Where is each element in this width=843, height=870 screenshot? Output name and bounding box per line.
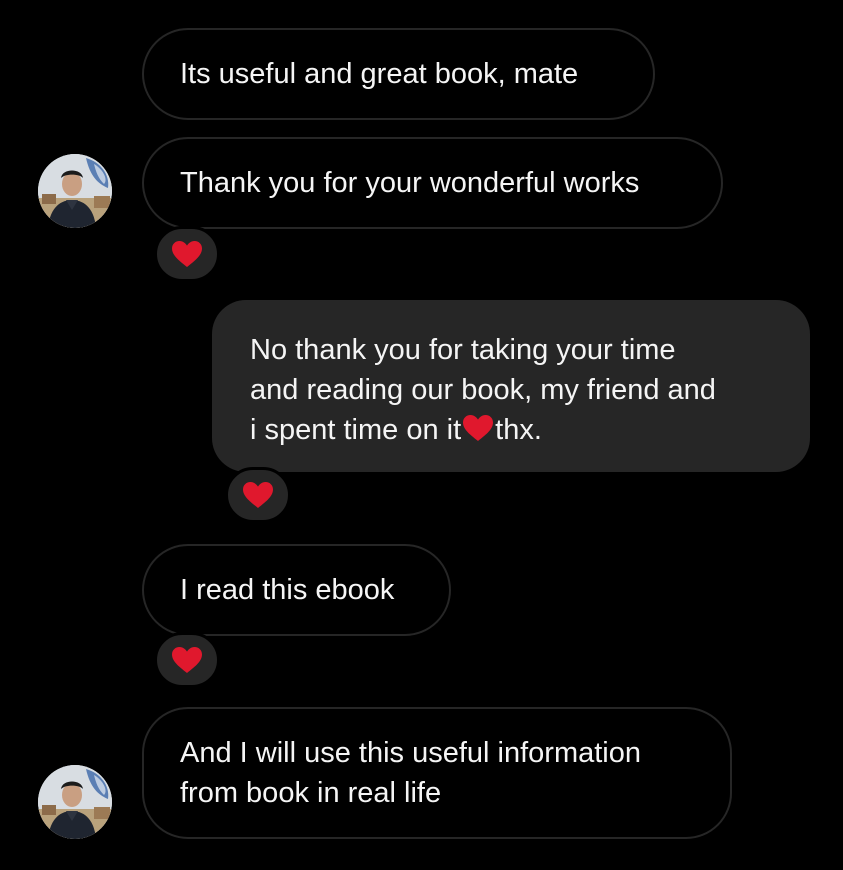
heart-icon xyxy=(463,415,494,441)
sender-avatar[interactable] xyxy=(38,154,112,228)
message-text-line: i spent time on it thx. xyxy=(250,410,770,450)
message-text-line: from book in real life xyxy=(180,777,442,809)
message-bubble-received[interactable]: Its useful and great book, mate xyxy=(142,28,655,120)
message-bubble-sent[interactable]: No thank you for taking your time and re… xyxy=(212,300,810,472)
avatar-photo xyxy=(38,154,112,228)
reaction-badge[interactable] xyxy=(225,467,291,523)
message-text-line: And I will use this useful information xyxy=(180,737,641,769)
message-text: Thank you for your wonderful works xyxy=(180,167,640,199)
message-bubble-received[interactable]: Thank you for your wonderful works xyxy=(142,137,723,229)
reaction-badge[interactable] xyxy=(154,226,220,282)
heart-icon xyxy=(243,482,273,508)
message-text-line: and reading our book, my friend and xyxy=(250,374,716,406)
message-text: thx. xyxy=(495,414,542,446)
message-text: i spent time on it xyxy=(250,414,462,446)
sender-avatar[interactable] xyxy=(38,765,112,839)
message-text: I read this ebook xyxy=(180,574,395,606)
heart-icon xyxy=(172,241,202,267)
message-bubble-received[interactable]: And I will use this useful information f… xyxy=(142,707,732,839)
avatar-photo xyxy=(38,765,112,839)
message-bubble-received[interactable]: I read this ebook xyxy=(142,544,451,636)
heart-icon xyxy=(172,647,202,673)
message-text-line: No thank you for taking your time xyxy=(250,334,676,366)
message-text: Its useful and great book, mate xyxy=(180,58,579,90)
reaction-badge[interactable] xyxy=(154,632,220,688)
